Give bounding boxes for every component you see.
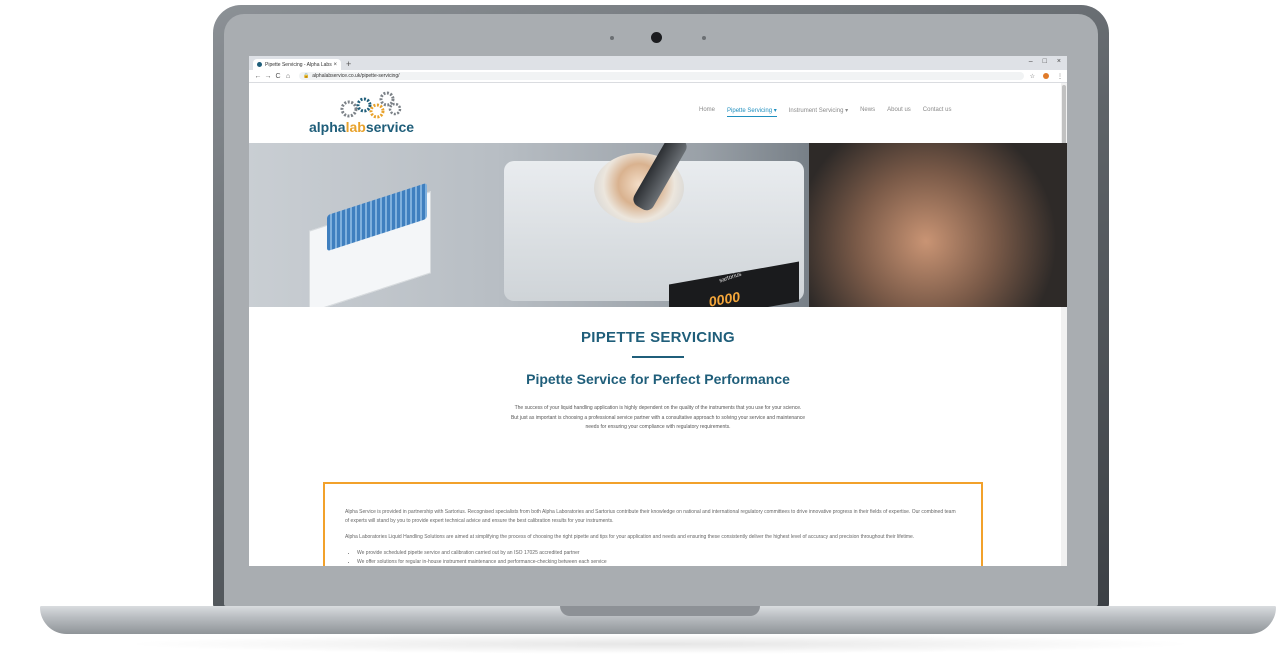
window-controls: – □ ×: [1029, 58, 1061, 65]
info-paragraph: Alpha Service is provided in partnership…: [345, 509, 956, 524]
list-item: We offer solutions for regular in-house …: [357, 558, 961, 566]
tab-close-icon[interactable]: ×: [333, 62, 337, 68]
page-title: PIPETTE SERVICING: [580, 329, 736, 346]
nav-instrument-servicing[interactable]: Instrument Servicing ▾: [789, 107, 848, 117]
title-divider: [632, 356, 684, 358]
logo-text: alphalabservice: [309, 119, 415, 135]
extension-icon[interactable]: [1043, 73, 1049, 79]
content-section: PIPETTE SERVICING Pipette Service for Pe…: [249, 307, 1067, 433]
laptop-hinge-notch: [560, 606, 760, 616]
scientist-image: [809, 143, 1067, 307]
hero-image: sartorius 0000: [249, 143, 1067, 307]
bookmark-star-icon[interactable]: ☆: [1030, 73, 1035, 80]
address-bar[interactable]: 🔒 alphalabservice.co.uk/pipette-servicin…: [299, 72, 1024, 80]
main-nav: Home Pipette Servicing ▾ Instrument Serv…: [699, 107, 951, 117]
sensor-dot: [610, 36, 614, 40]
reload-icon[interactable]: C: [273, 73, 283, 80]
lock-icon: 🔒: [303, 73, 310, 79]
toolbar-right: ☆ ⋮: [1030, 73, 1063, 80]
browser-tabbar: Pipette Servicing - Alpha Labs × + – □ ×: [249, 56, 1067, 70]
page-subtitle: Pipette Service for Perfect Performance: [526, 371, 790, 387]
url-text: alphalabservice.co.uk/pipette-servicing/: [312, 73, 400, 79]
browser-toolbar: ← → C ⌂ 🔒 alphalabservice.co.uk/pipette-…: [249, 70, 1067, 83]
laptop-screen: Pipette Servicing - Alpha Labs × + – □ ×…: [249, 56, 1067, 566]
maximize-button[interactable]: □: [1043, 58, 1047, 65]
intro-text: The success of your liquid handling appl…: [453, 404, 863, 433]
web-page: alphalabservice Home Pipette Servicing ▾…: [249, 83, 1067, 566]
info-bullet-list: We provide scheduled pipette service and…: [345, 549, 961, 566]
minimize-button[interactable]: –: [1029, 58, 1033, 65]
intro-line: But just as important is choosing a prof…: [510, 414, 806, 421]
laptop-shadow: [120, 634, 1200, 654]
menu-dots-icon[interactable]: ⋮: [1057, 73, 1063, 80]
nav-contact-us[interactable]: Contact us: [923, 107, 952, 117]
site-logo[interactable]: alphalabservice: [309, 91, 419, 135]
forward-arrow-icon[interactable]: →: [263, 73, 273, 80]
webcam-icon: [651, 32, 662, 43]
info-box: Alpha Service is provided in partnership…: [323, 482, 983, 566]
home-icon[interactable]: ⌂: [283, 73, 293, 80]
browser-tab[interactable]: Pipette Servicing - Alpha Labs ×: [253, 59, 341, 70]
close-window-button[interactable]: ×: [1057, 58, 1061, 65]
back-arrow-icon[interactable]: ←: [253, 73, 263, 80]
intro-line: needs for ensuring your compliance with …: [585, 424, 731, 430]
site-header: alphalabservice Home Pipette Servicing ▾…: [249, 83, 1067, 143]
gears-icon: [340, 91, 402, 119]
nav-about-us[interactable]: About us: [887, 107, 911, 117]
tab-title: Pipette Servicing - Alpha Labs: [265, 61, 332, 68]
nav-pipette-servicing[interactable]: Pipette Servicing ▾: [727, 107, 777, 117]
intro-line: The success of your liquid handling appl…: [514, 405, 802, 411]
nav-news[interactable]: News: [860, 107, 875, 117]
nav-home[interactable]: Home: [699, 107, 715, 117]
list-item: We provide scheduled pipette service and…: [357, 549, 961, 558]
favicon-icon: [257, 62, 262, 67]
new-tab-button[interactable]: +: [346, 59, 351, 70]
sensor-dot: [702, 36, 706, 40]
info-paragraph: Alpha Laboratories Liquid Handling Solut…: [345, 534, 915, 540]
